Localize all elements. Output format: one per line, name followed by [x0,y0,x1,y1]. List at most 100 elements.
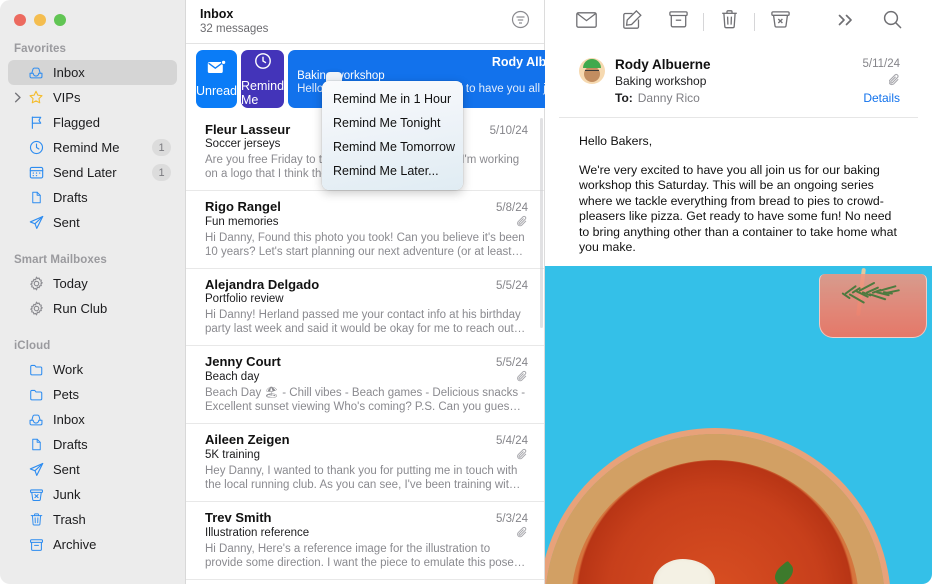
paperclip-icon [516,370,528,383]
list-scrollbar[interactable] [540,118,543,328]
message-sender: Alejandra Delgado [205,277,320,292]
sidebar-section-header: Smart Mailboxes [14,254,107,266]
message-list-item[interactable]: Alejandra Delgado 5/5/24 Portfolio review H… [186,269,544,346]
swipe-unread-label: Unread [196,84,237,98]
sidebar-item-drafts[interactable]: Drafts [8,432,177,457]
reader-toolbar [545,0,932,44]
sidebar-item-label: Inbox [53,412,85,427]
sidebar-item-flagged[interactable]: Flagged [8,110,177,135]
message-list-item[interactable]: Trev Smith 5/3/24 Illustration reference Hi… [186,502,544,580]
message-sender: Aileen Zeigen [205,432,290,447]
sidebar-item-inbox[interactable]: Inbox [8,60,177,85]
sidebar: Favorites Inbox VIPs Flagged Remind Me 1 Send … [0,0,186,584]
filter-icon[interactable] [511,10,530,34]
context-menu-item[interactable]: Remind Me Tomorrow [322,135,463,159]
minimize-button[interactable] [34,14,46,26]
search-button[interactable] [869,7,915,37]
folder-icon [26,388,46,402]
zoom-button[interactable] [54,14,66,26]
message-preview: Hi Danny, Here's a reference image for t… [205,543,526,569]
folder-icon [26,363,46,377]
sidebar-item-sent[interactable]: Sent [8,457,177,482]
body-paragraph: We're very excited to have you all join … [579,162,897,255]
message-list-item[interactable]: Aileen Zeigen 5/4/24 5K training Hey Danny,… [186,424,544,502]
message-sender: Rody Albuerne [615,57,711,72]
sidebar-item-sent[interactable]: Sent [8,210,177,235]
sidebar-item-archive[interactable]: Archive [8,532,177,557]
sidebar-item-remind-me[interactable]: Remind Me 1 [8,135,177,160]
sidebar-item-label: Work [53,362,84,377]
clock-icon [26,140,46,155]
archive-button[interactable] [655,7,701,37]
disclosure-chevron-icon[interactable] [10,92,26,103]
archive-box-icon [668,11,688,33]
message-date: 5/5/24 [496,280,528,292]
sidebar-item-junk[interactable]: Junk [8,482,177,507]
toolbar-divider [703,13,704,31]
mailbox-title: Inbox [200,7,234,21]
sidebar-item-trash[interactable]: Trash [8,507,177,532]
message-preview: Hey Danny, I wanted to thank you for put… [205,465,521,491]
sidebar-item-send-later[interactable]: Send Later 1 [8,160,177,185]
swipe-remind-label: Remind Me [241,78,285,107]
search-icon [883,10,902,34]
junk-button[interactable] [757,7,803,37]
sidebar-item-label: Inbox [53,65,85,80]
details-link[interactable]: Details [863,90,900,107]
sidebar-item-today[interactable]: Today [8,271,177,296]
close-button[interactable] [14,14,26,26]
attachment-image[interactable] [545,265,932,584]
message-date: 5/10/24 [489,125,528,137]
message-date: 5/5/24 [496,357,528,369]
sidebar-item-label: Sent [53,215,80,230]
message-preview: Hi Danny! Herland passed me your contact… [205,309,526,335]
sidebar-item-run-club[interactable]: Run Club [8,296,177,321]
document-icon [26,437,46,452]
message-list-item[interactable]: Rigo Rangel 5/8/24 Fun memories Hi Danny, F… [186,191,544,269]
sidebar-item-label: VIPs [53,90,81,105]
inbox-tray-icon [26,66,46,80]
swipe-remind-button[interactable]: Remind Me [241,50,285,108]
sidebar-item-badge: 1 [152,139,171,156]
message-header: Rody Albuerne Baking workshop To: Danny R… [559,44,918,118]
calendar-icon [26,165,46,180]
sidebar-item-label: Today [53,276,88,291]
sidebar-item-label: Drafts [53,437,88,452]
sidebar-item-label: Send Later [53,165,117,180]
pizza [545,434,885,584]
delete-button[interactable] [706,7,752,37]
star-icon [26,90,46,105]
swipe-unread-button[interactable]: Unread [196,50,237,108]
sidebar-item-label: Flagged [53,115,100,130]
context-menu-item[interactable]: Remind Me Later... [322,159,463,183]
paperclip-icon [516,215,528,228]
compose-pencil-icon [622,9,642,34]
sidebar-item-work[interactable]: Work [8,357,177,382]
message-subject: Portfolio review [205,293,284,305]
sidebar-item-vips[interactable]: VIPs [8,85,177,110]
message-sender: Trev Smith [205,510,272,525]
chevron-double-right-icon [836,12,856,33]
more-button[interactable] [823,7,869,37]
mark-unread-button[interactable] [563,7,609,37]
message-list-item[interactable]: Jenny Court 5/5/24 Beach day Beach Day 🏖 - … [186,346,544,424]
message-recipient: To: Danny Rico [615,90,862,107]
paperclip-icon [516,526,528,539]
message-date: 5/11/24 [862,58,900,70]
message-date: 5/3/24 [496,513,528,525]
gear-icon [26,276,46,291]
context-menu-item[interactable]: Remind Me Tonight [322,111,463,135]
envelope-icon [575,11,597,33]
avatar [579,58,605,84]
message-subject: Beach day [205,370,260,383]
mail-window: Favorites Inbox VIPs Flagged Remind Me 1 Send … [0,0,932,584]
sidebar-item-inbox[interactable]: Inbox [8,407,177,432]
context-menu-item[interactable]: Remind Me in 1 Hour [322,87,463,111]
compose-button[interactable] [609,7,655,37]
message-preview: Beach Day 🏖 - Chill vibes - Beach games … [205,387,526,413]
sidebar-item-pets[interactable]: Pets [8,382,177,407]
sidebar-item-drafts[interactable]: Drafts [8,185,177,210]
paper-plane-icon [26,462,46,477]
message-subject: Baking workshop [615,74,707,88]
message-date: 5/4/24 [496,435,528,447]
